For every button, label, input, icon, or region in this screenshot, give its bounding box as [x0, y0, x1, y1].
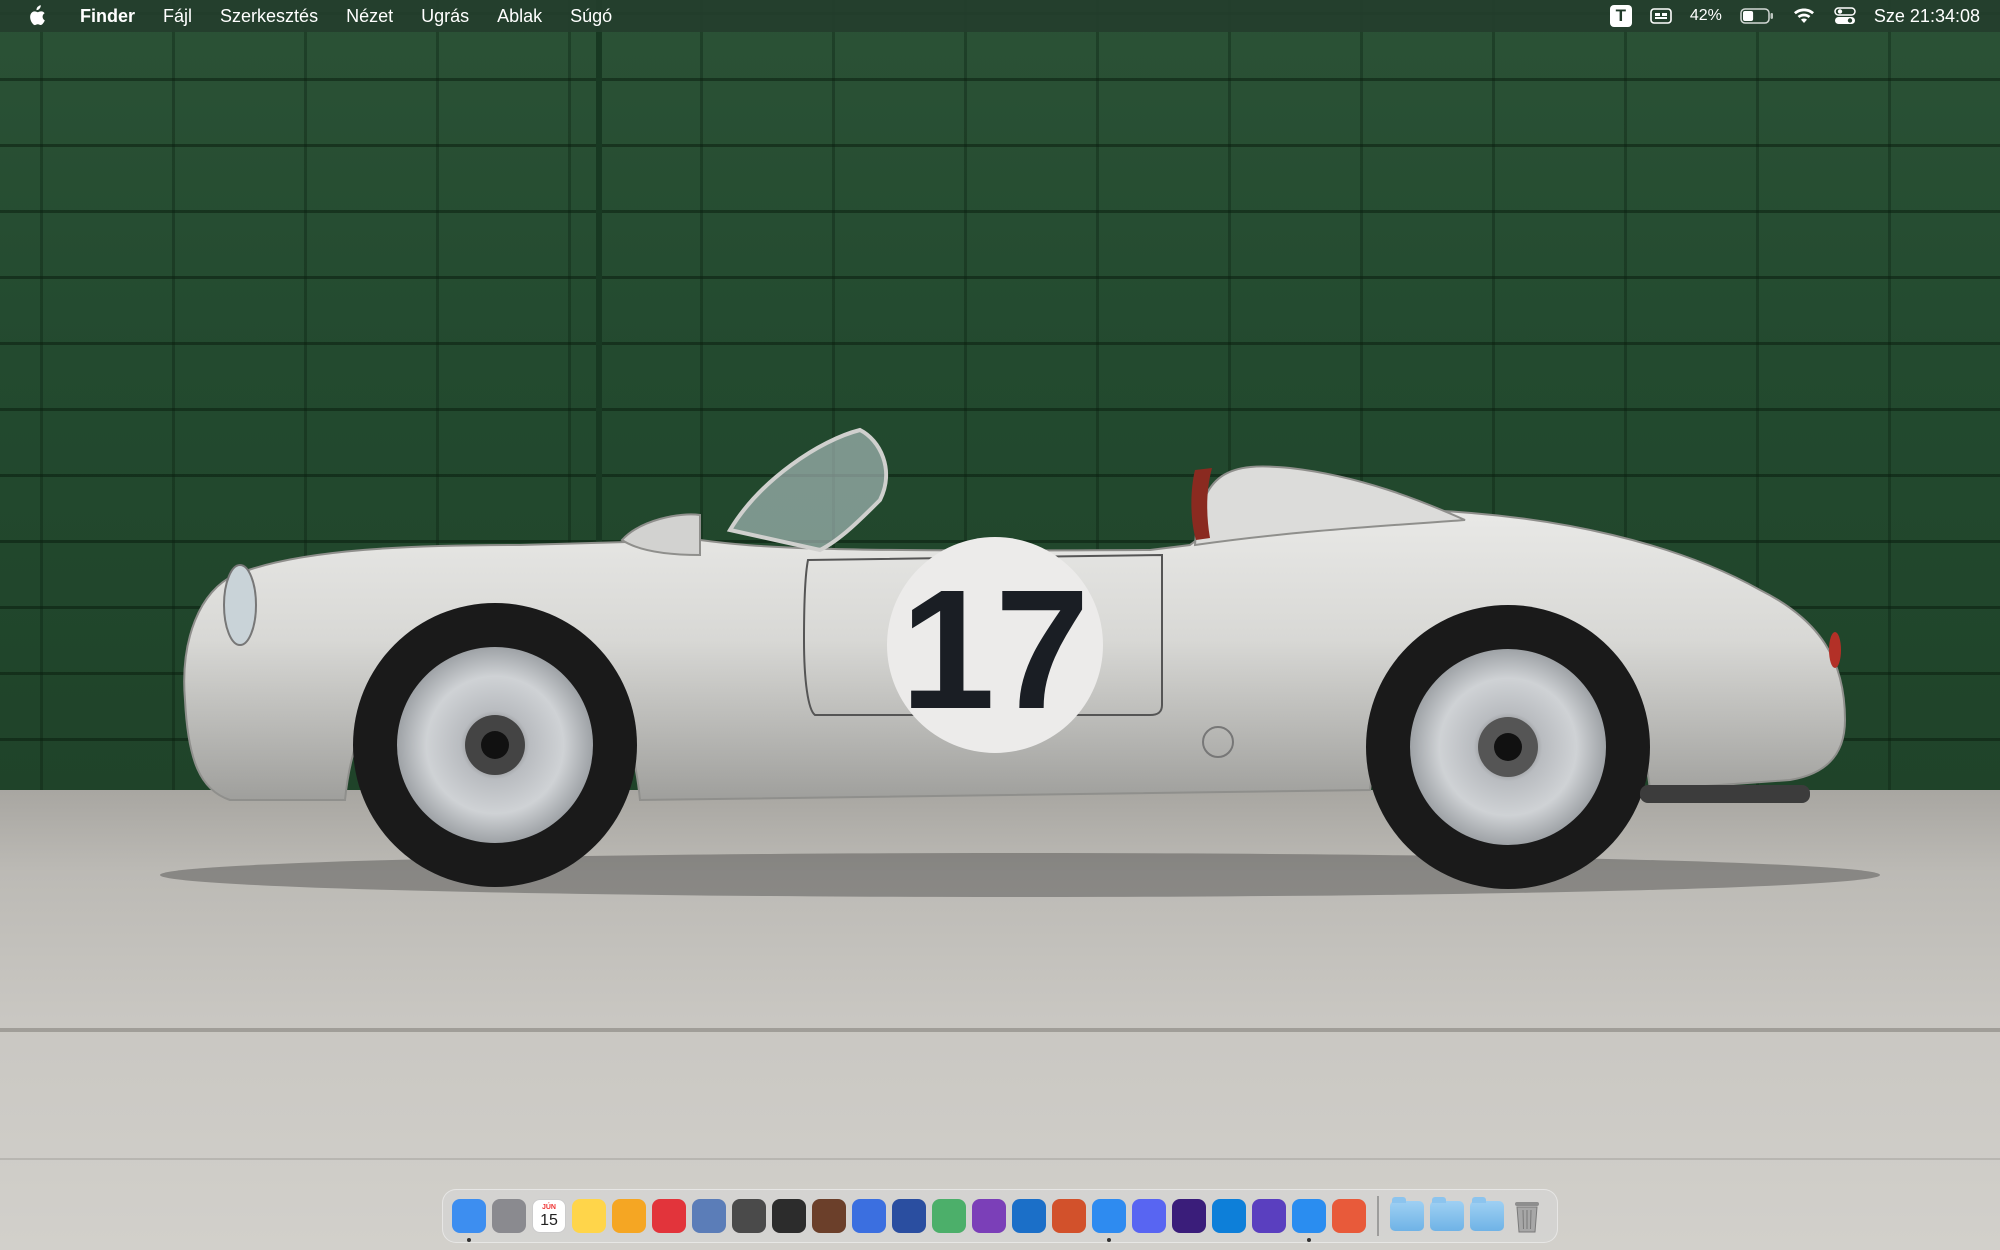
preview-tile: [692, 1199, 726, 1233]
folder-shape: [1430, 1197, 1464, 1231]
mail-tile: [1092, 1199, 1126, 1233]
safari-tile: [1292, 1199, 1326, 1233]
silver-race-car: 17: [160, 427, 1880, 897]
downloads-folder-icon[interactable]: [1469, 1194, 1505, 1238]
stocks-app-tile: [1172, 1199, 1206, 1233]
camera-app-icon[interactable]: [771, 1194, 807, 1238]
running-indicator: [1307, 1238, 1311, 1242]
menu-app-finder[interactable]: Finder: [66, 0, 149, 32]
trash-icon[interactable]: [1509, 1194, 1545, 1238]
discord-icon[interactable]: [1131, 1194, 1167, 1238]
mail-icon[interactable]: [1091, 1194, 1127, 1242]
calendar-month: JÚN: [541, 1203, 556, 1211]
battery-percentage: 42%: [1689, 7, 1722, 24]
menu-go[interactable]: Ugrás: [407, 0, 483, 32]
pdf-app-tile: [652, 1199, 686, 1233]
menu-window[interactable]: Ablak: [483, 0, 556, 32]
camera-app-tile: [772, 1199, 806, 1233]
calendar-tile: JÚN 15: [532, 1199, 566, 1233]
finder-icon[interactable]: [451, 1194, 487, 1242]
maps-app-icon[interactable]: [931, 1194, 967, 1238]
dock-apps: JÚN 15: [451, 1194, 1367, 1242]
control-center-icon[interactable]: [1834, 0, 1856, 32]
skype-icon[interactable]: [1211, 1194, 1247, 1238]
coffee-app-tile: [812, 1199, 846, 1233]
menu-bar: Finder Fájl Szerkesztés Nézet Ugrás Abla…: [0, 0, 2000, 32]
dock-separator: [1377, 1196, 1379, 1236]
clock[interactable]: Sze 21:34:08: [1874, 6, 1980, 27]
menu-bar-status: T 42% Sze 21:34:08: [1609, 0, 1980, 32]
database-app-icon[interactable]: [891, 1194, 927, 1238]
coffee-app-icon[interactable]: [811, 1194, 847, 1238]
vpn-shield-icon[interactable]: [1251, 1194, 1287, 1238]
documents-folder-icon[interactable]: [1429, 1194, 1465, 1238]
text-app-icon[interactable]: T: [1609, 0, 1632, 32]
affinity-publisher-tile: [1052, 1199, 1086, 1233]
dock: JÚN 15: [442, 1189, 1558, 1243]
running-indicator: [467, 1238, 471, 1242]
system-preferences-tile: [492, 1199, 526, 1233]
battery-icon[interactable]: [1740, 0, 1774, 32]
folder-shape: [1470, 1197, 1504, 1231]
calculator-icon[interactable]: [731, 1194, 767, 1238]
maps-app-tile: [932, 1199, 966, 1233]
screen-capture-icon[interactable]: [1650, 0, 1672, 32]
affinity-photo-icon[interactable]: [971, 1194, 1007, 1238]
folder-shape: [1390, 1197, 1424, 1231]
menu-view[interactable]: Nézet: [332, 0, 407, 32]
menu-edit[interactable]: Szerkesztés: [206, 0, 332, 32]
calculator-tile: [732, 1199, 766, 1233]
pixelmator-icon[interactable]: [1331, 1194, 1367, 1238]
screenshots-folder-icon[interactable]: [1389, 1194, 1425, 1238]
menu-bar-left: Finder Fájl Szerkesztés Nézet Ugrás Abla…: [0, 0, 626, 32]
calendar-day: 15: [540, 1211, 558, 1229]
system-preferences-icon[interactable]: [491, 1194, 527, 1238]
pixelmator-tile: [1332, 1199, 1366, 1233]
notes-icon[interactable]: [571, 1194, 607, 1238]
calendar-icon[interactable]: JÚN 15: [531, 1194, 567, 1238]
notes-tile: [572, 1199, 606, 1233]
wifi-icon[interactable]: [1792, 0, 1816, 32]
desktop-wallpaper: 17: [0, 0, 2000, 1250]
menu-help[interactable]: Súgó: [556, 0, 626, 32]
skype-tile: [1212, 1199, 1246, 1233]
affinity-designer-icon[interactable]: [1011, 1194, 1047, 1238]
finder-tile: [452, 1199, 486, 1233]
affinity-publisher-icon[interactable]: [1051, 1194, 1087, 1238]
xcode-tile: [852, 1199, 886, 1233]
running-indicator: [1107, 1238, 1111, 1242]
vpn-shield-tile: [1252, 1199, 1286, 1233]
database-app-tile: [892, 1199, 926, 1233]
text-app-glyph: T: [1609, 5, 1632, 27]
pages-tile: [612, 1199, 646, 1233]
stocks-app-icon[interactable]: [1171, 1194, 1207, 1238]
affinity-photo-tile: [972, 1199, 1006, 1233]
xcode-icon[interactable]: [851, 1194, 887, 1238]
discord-tile: [1132, 1199, 1166, 1233]
preview-icon[interactable]: [691, 1194, 727, 1238]
affinity-designer-tile: [1012, 1199, 1046, 1233]
race-number: 17: [900, 555, 1089, 745]
menu-file[interactable]: Fájl: [149, 0, 206, 32]
safari-icon[interactable]: [1291, 1194, 1327, 1242]
pdf-app-icon[interactable]: [651, 1194, 687, 1238]
pages-icon[interactable]: [611, 1194, 647, 1238]
apple-icon[interactable]: [24, 4, 48, 28]
